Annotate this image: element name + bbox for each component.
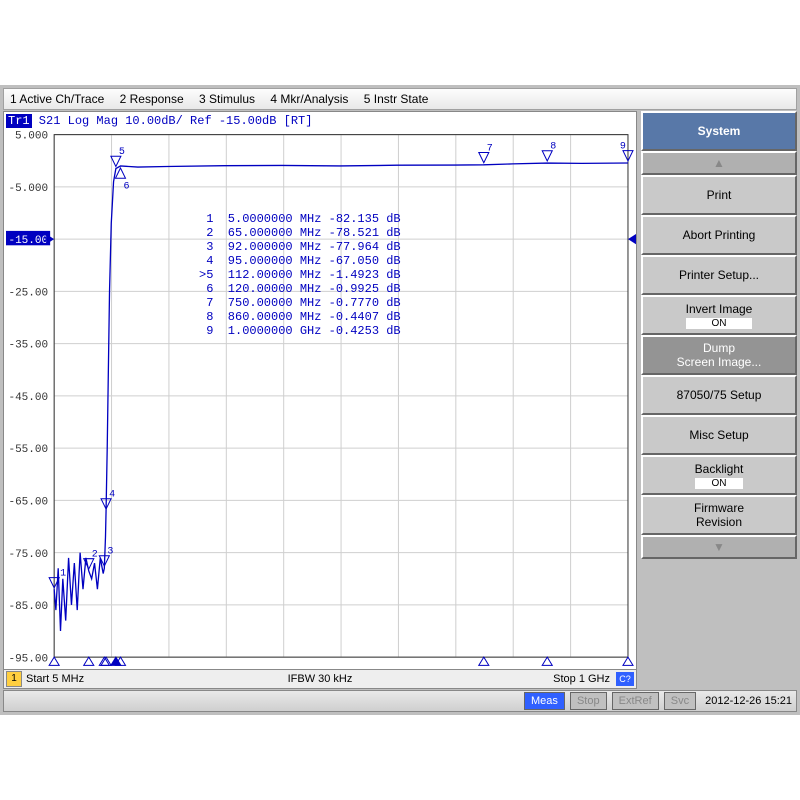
svg-text:1: 1 [60,568,66,579]
softkey-scroll-up[interactable]: ▲ [641,151,797,175]
status-stop[interactable]: Stop [570,692,607,710]
menu-instr-state[interactable]: 5 Instr State [358,89,435,109]
svg-text:8: 8 [550,142,556,153]
print-button[interactable]: Print [641,175,797,215]
menu-stimulus[interactable]: 3 Stimulus [193,89,261,109]
svg-text:9: 9 [620,141,626,152]
marker-readout-table: 1 5.0000000 MHz -82.135 dB 2 65.000000 M… [199,212,401,338]
svg-text:5.000: 5.000 [15,131,48,143]
87050-75-setup-button[interactable]: 87050/75 Setup [641,375,797,415]
main-menubar[interactable]: 1 Active Ch/Trace 2 Response 3 Stimulus … [3,88,797,110]
invert-image-label: Invert Image [686,302,753,316]
firmware-revision-button[interactable]: Firmware Revision [641,495,797,535]
abort-printing-button[interactable]: Abort Printing [641,215,797,255]
s21-chart: 5.000 -5.000 -15.00 -25.00 -35.00 -45.00 -55.0… [4,112,636,688]
menu-active-ch[interactable]: 1 Active Ch/Trace [4,89,110,109]
svg-text:-65.00: -65.00 [8,496,48,508]
svg-text:4: 4 [109,490,115,501]
ifbw-label: IFBW 30 kHz [4,670,636,688]
status-datetime: 2012-12-26 15:21 [699,695,792,707]
svg-text:-45.00: -45.00 [8,392,48,404]
status-meas[interactable]: Meas [524,692,565,710]
printer-setup-button[interactable]: Printer Setup... [641,255,797,295]
svg-text:-55.00: -55.00 [8,444,48,456]
stop-freq-label: Stop 1 GHz [553,670,610,688]
dump-screen-image-button[interactable]: Dump Screen Image... [641,335,797,375]
menu-response[interactable]: 2 Response [114,89,190,109]
svg-text:-5.000: -5.000 [8,183,48,195]
svg-text:3: 3 [107,547,113,558]
svg-text:-75.00: -75.00 [8,549,48,561]
svg-text:7: 7 [487,143,493,154]
svg-text:-35.00: -35.00 [8,340,48,352]
svg-text:2: 2 [92,550,98,561]
status-svc: Svc [664,692,696,710]
misc-setup-button[interactable]: Misc Setup [641,415,797,455]
content-area: Tr1 S21 Log Mag 10.00dB/ Ref -15.00dB [R… [3,111,797,689]
invert-image-value: ON [686,318,753,329]
softkey-title: System [641,111,797,151]
backlight-label: Backlight [695,462,744,476]
softkey-scroll-down[interactable]: ▼ [641,535,797,559]
svg-text:-25.00: -25.00 [8,287,48,299]
svg-text:6: 6 [123,181,129,192]
svg-text:-85.00: -85.00 [8,601,48,613]
plot-footer: 1 Start 5 MHz IFBW 30 kHz Stop 1 GHz C? [4,669,636,688]
svg-text:5: 5 [119,147,125,158]
status-bar: Meas Stop ExtRef Svc 2012-12-26 15:21 [3,690,797,712]
svg-text:-95.00: -95.00 [8,653,48,665]
backlight-value: ON [695,478,744,489]
softkey-sidebar: System ▲ Print Abort Printing Printer Se… [641,111,797,689]
correction-badge[interactable]: C? [616,672,634,686]
app-window: 1 Active Ch/Trace 2 Response 3 Stimulus … [0,85,800,715]
menu-mkr-analysis[interactable]: 4 Mkr/Analysis [264,89,354,109]
status-extref: ExtRef [612,692,659,710]
svg-text:-15.00: -15.00 [8,235,48,247]
invert-image-button[interactable]: Invert Image ON [641,295,797,335]
plot-panel[interactable]: Tr1 S21 Log Mag 10.00dB/ Ref -15.00dB [R… [3,111,637,689]
backlight-button[interactable]: Backlight ON [641,455,797,495]
